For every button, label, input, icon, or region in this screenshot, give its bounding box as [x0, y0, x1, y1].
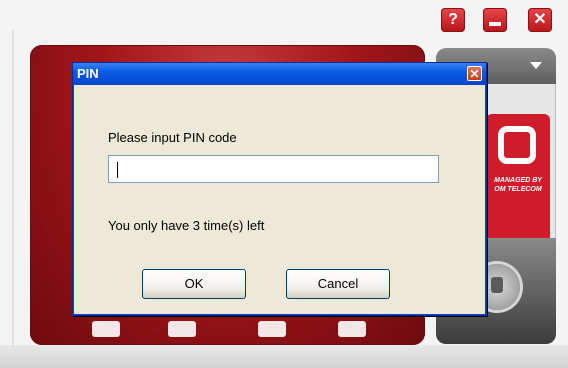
ok-button[interactable]: OK [142, 269, 246, 299]
lock-icon [491, 277, 503, 293]
dialog-title-bar: PIN ✕ [73, 63, 486, 85]
dialog-body: Please input PIN code You only have 3 ti… [73, 85, 486, 315]
dialog-close-button[interactable]: ✕ [467, 66, 482, 81]
operator-logo: MANAGED BY OM TELECOM [486, 114, 550, 256]
divider-line [12, 30, 14, 350]
app-footer-strip [0, 345, 568, 368]
pin-input[interactable] [108, 155, 439, 183]
dialog-title: PIN [77, 66, 99, 81]
cancel-button[interactable]: Cancel [286, 269, 390, 299]
minimize-button[interactable] [483, 8, 507, 32]
close-app-button[interactable]: ✕ [528, 8, 552, 32]
connect-icon[interactable] [92, 321, 120, 337]
pin-prompt-label: Please input PIN code [108, 130, 237, 145]
settings-icon[interactable] [338, 321, 366, 337]
logo-mark-icon [498, 126, 536, 164]
help-button[interactable]: ? [441, 8, 465, 32]
logo-text: MANAGED BY OM TELECOM [494, 177, 542, 193]
pin-dialog: PIN ✕ Please input PIN code You only hav… [72, 62, 487, 316]
phonebook-icon[interactable] [258, 321, 286, 337]
chevron-down-icon [530, 62, 542, 69]
attempts-remaining-text: You only have 3 time(s) left [108, 218, 265, 233]
minimize-icon [489, 22, 501, 26]
sms-icon[interactable] [168, 321, 196, 337]
text-cursor [117, 162, 118, 178]
